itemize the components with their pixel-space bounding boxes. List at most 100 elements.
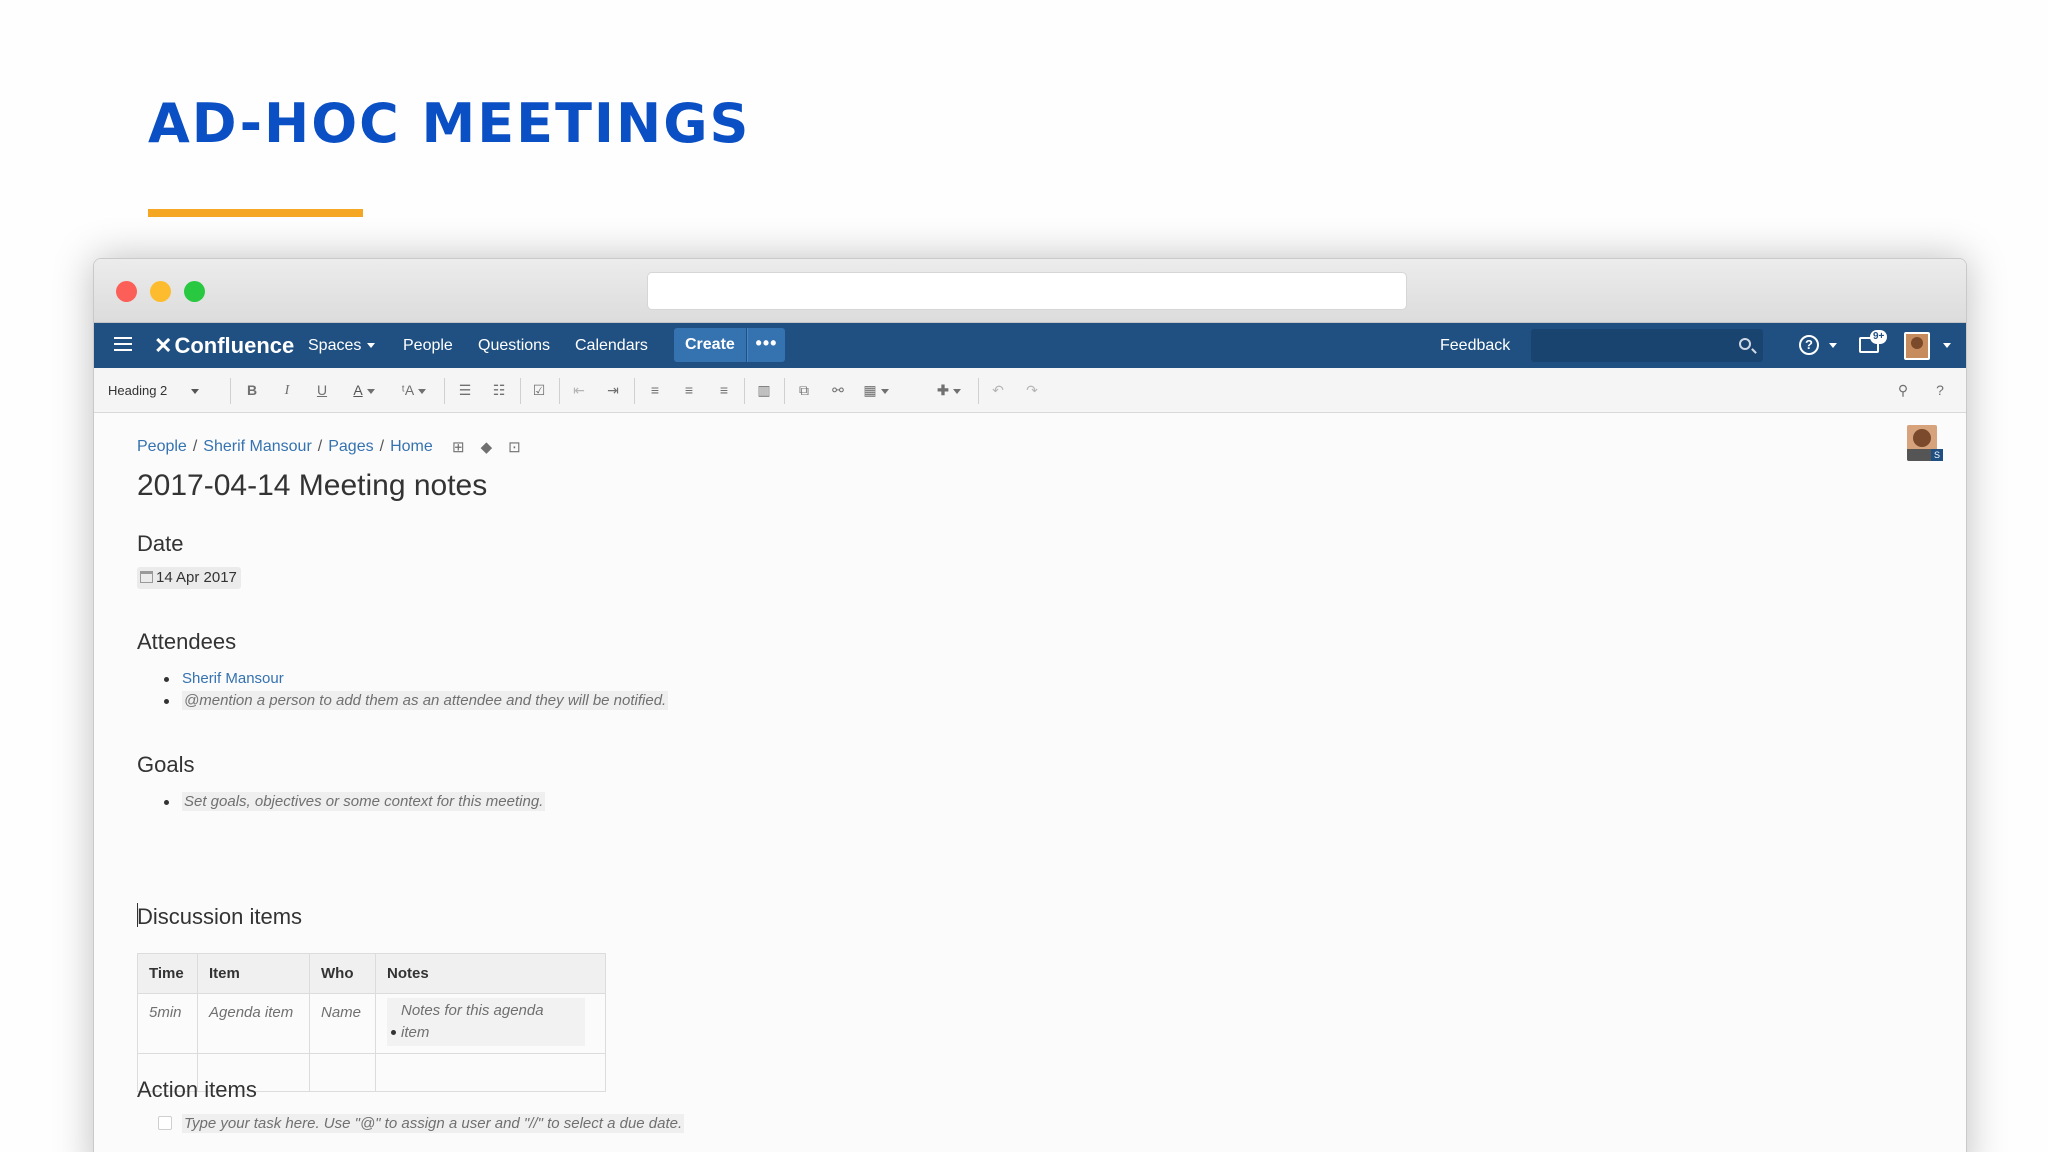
discussion-table: Time Item Who Notes 5min Agenda item Nam… bbox=[137, 953, 606, 1092]
breadcrumb-separator: / bbox=[192, 438, 198, 455]
table-cell-empty[interactable] bbox=[309, 1053, 376, 1092]
toolbar-divider bbox=[744, 378, 745, 404]
breadcrumb-user[interactable]: Sherif Mansour bbox=[203, 438, 312, 455]
table-cell-empty[interactable] bbox=[375, 1053, 606, 1092]
nav-people[interactable]: People bbox=[403, 323, 453, 368]
page-title-input[interactable]: 2017-04-14 Meeting notes bbox=[137, 469, 487, 503]
breadcrumb-pages[interactable]: Pages bbox=[328, 438, 373, 455]
table-header-item[interactable]: Item bbox=[197, 953, 310, 994]
confluence-logo[interactable]: ✕Confluence bbox=[154, 323, 294, 368]
attendees-heading: Attendees bbox=[137, 629, 237, 654]
search-input[interactable] bbox=[1531, 329, 1763, 362]
find-replace-icon[interactable]: ⚲ bbox=[1890, 368, 1916, 413]
task-placeholder[interactable]: Type your task here. Use "@" to assign a… bbox=[182, 1114, 685, 1133]
browser-window: ✕Confluence Spaces People Questions Cale… bbox=[93, 258, 1967, 1152]
table-cell-item[interactable]: Agenda item bbox=[197, 993, 310, 1054]
page-layout-icon[interactable]: ▥ bbox=[751, 368, 777, 413]
numbered-list-icon[interactable]: ☷ bbox=[486, 368, 512, 413]
breadcrumb-separator: / bbox=[379, 438, 385, 455]
table-header-who[interactable]: Who bbox=[309, 953, 376, 994]
breadcrumb-separator: / bbox=[317, 438, 323, 455]
align-right-icon[interactable]: ≡ bbox=[711, 368, 737, 413]
title-underline bbox=[148, 209, 363, 217]
link-icon[interactable]: ⚯ bbox=[825, 368, 851, 413]
redo-icon[interactable]: ↷ bbox=[1019, 368, 1045, 413]
user-menu-chevron-down-icon[interactable] bbox=[1943, 343, 1951, 348]
text-color-button[interactable]: A bbox=[344, 368, 384, 413]
slide: AD-HOC MEETINGS ✕Confluence Spaces Peopl… bbox=[0, 0, 2048, 1152]
page-tree-icon[interactable]: ⊞ bbox=[452, 439, 465, 456]
table-cell-who[interactable]: Name bbox=[309, 993, 376, 1054]
task-checkbox[interactable] bbox=[158, 1116, 172, 1130]
paragraph-style-select[interactable]: Heading 2 bbox=[108, 368, 200, 413]
breadcrumb: People / Sherif Mansour / Pages / Home bbox=[137, 438, 433, 456]
nav-spaces[interactable]: Spaces bbox=[308, 323, 376, 368]
bold-button[interactable]: B bbox=[240, 368, 264, 413]
bullet-icon bbox=[391, 1030, 396, 1035]
maximize-window-button[interactable] bbox=[184, 281, 205, 302]
table-cell-time[interactable]: 5min bbox=[137, 993, 198, 1054]
underline-button[interactable]: U bbox=[310, 368, 334, 413]
indent-icon[interactable]: ⇥ bbox=[600, 368, 626, 413]
toolbar-divider bbox=[634, 378, 635, 404]
toolbar-divider bbox=[230, 378, 231, 404]
goals-list: Set goals, objectives or some context fo… bbox=[162, 791, 546, 813]
undo-icon[interactable]: ↶ bbox=[985, 368, 1011, 413]
help-chevron-down-icon[interactable] bbox=[1829, 343, 1837, 348]
restrictions-lock-icon[interactable]: ⊡ bbox=[508, 439, 521, 456]
bullet-list-icon[interactable]: ☰ bbox=[452, 368, 478, 413]
insert-file-icon[interactable]: ⧉ bbox=[791, 368, 817, 413]
create-button[interactable]: Create bbox=[674, 328, 746, 362]
user-avatar-menu[interactable] bbox=[1904, 332, 1930, 360]
date-lozenge[interactable]: 14 Apr 2017 bbox=[137, 567, 241, 589]
italic-button[interactable]: I bbox=[275, 368, 299, 413]
breadcrumb-people[interactable]: People bbox=[137, 438, 187, 455]
create-more-button[interactable]: ••• bbox=[747, 328, 785, 362]
slide-title: AD-HOC MEETINGS bbox=[148, 92, 751, 155]
label-tag-icon[interactable]: ◆ bbox=[481, 439, 493, 456]
notes-line-1: Notes for this agenda bbox=[401, 1002, 544, 1019]
insert-more-button[interactable]: ✚ bbox=[929, 368, 969, 413]
nav-calendars[interactable]: Calendars bbox=[575, 323, 648, 368]
attendee-mention-link[interactable]: Sherif Mansour bbox=[182, 670, 284, 687]
avatar-badge: S bbox=[1931, 449, 1943, 461]
date-heading: Date bbox=[137, 531, 184, 556]
goals-heading: Goals bbox=[137, 752, 195, 777]
table-cell-notes[interactable]: Notes for this agenda item bbox=[375, 993, 606, 1054]
task-list-icon[interactable]: ☑ bbox=[526, 368, 552, 413]
table-header-row: Time Item Who Notes bbox=[137, 953, 606, 994]
nav-spaces-label: Spaces bbox=[308, 337, 362, 354]
chevron-down-icon bbox=[366, 388, 375, 394]
outdent-icon[interactable]: ⇤ bbox=[566, 368, 592, 413]
chevron-down-icon bbox=[367, 343, 376, 349]
page-meta-icons: ⊞ ◆ ⊡ bbox=[452, 438, 537, 456]
toolbar-divider bbox=[444, 378, 445, 404]
toolbar-divider bbox=[559, 378, 560, 404]
align-left-icon[interactable]: ≡ bbox=[642, 368, 668, 413]
align-center-icon[interactable]: ≡ bbox=[676, 368, 702, 413]
formatting-label: ᵗA bbox=[401, 382, 415, 398]
goals-placeholder[interactable]: Set goals, objectives or some context fo… bbox=[182, 792, 546, 811]
discussion-heading: Discussion items bbox=[137, 904, 303, 929]
table-header-notes[interactable]: Notes bbox=[375, 953, 606, 994]
editor-help-icon[interactable]: ? bbox=[1928, 368, 1952, 413]
attendees-list: Sherif Mansour @mention a person to add … bbox=[162, 668, 669, 712]
close-window-button[interactable] bbox=[116, 281, 137, 302]
help-icon[interactable]: ? bbox=[1799, 335, 1819, 355]
breadcrumb-home[interactable]: Home bbox=[390, 438, 433, 455]
minimize-window-button[interactable] bbox=[150, 281, 171, 302]
chevron-down-icon bbox=[191, 389, 200, 395]
window-titlebar bbox=[94, 259, 1966, 323]
attendee-placeholder[interactable]: @mention a person to add them as an atte… bbox=[182, 691, 669, 710]
feedback-link[interactable]: Feedback bbox=[1440, 323, 1510, 368]
address-bar[interactable] bbox=[647, 272, 1407, 310]
menu-icon[interactable] bbox=[114, 337, 132, 353]
table-header-time[interactable]: Time bbox=[137, 953, 198, 994]
editor-content[interactable]: People / Sherif Mansour / Pages / Home ⊞ ◆ ⊡ S 2… bbox=[94, 413, 1966, 1152]
date-value: 14 Apr 2017 bbox=[156, 569, 237, 586]
table-button[interactable]: ▦ bbox=[856, 368, 896, 413]
nav-questions[interactable]: Questions bbox=[478, 323, 550, 368]
formatting-button[interactable]: ᵗA bbox=[394, 368, 434, 413]
notes-line-2: item bbox=[401, 1024, 430, 1041]
toolbar-divider bbox=[520, 378, 521, 404]
